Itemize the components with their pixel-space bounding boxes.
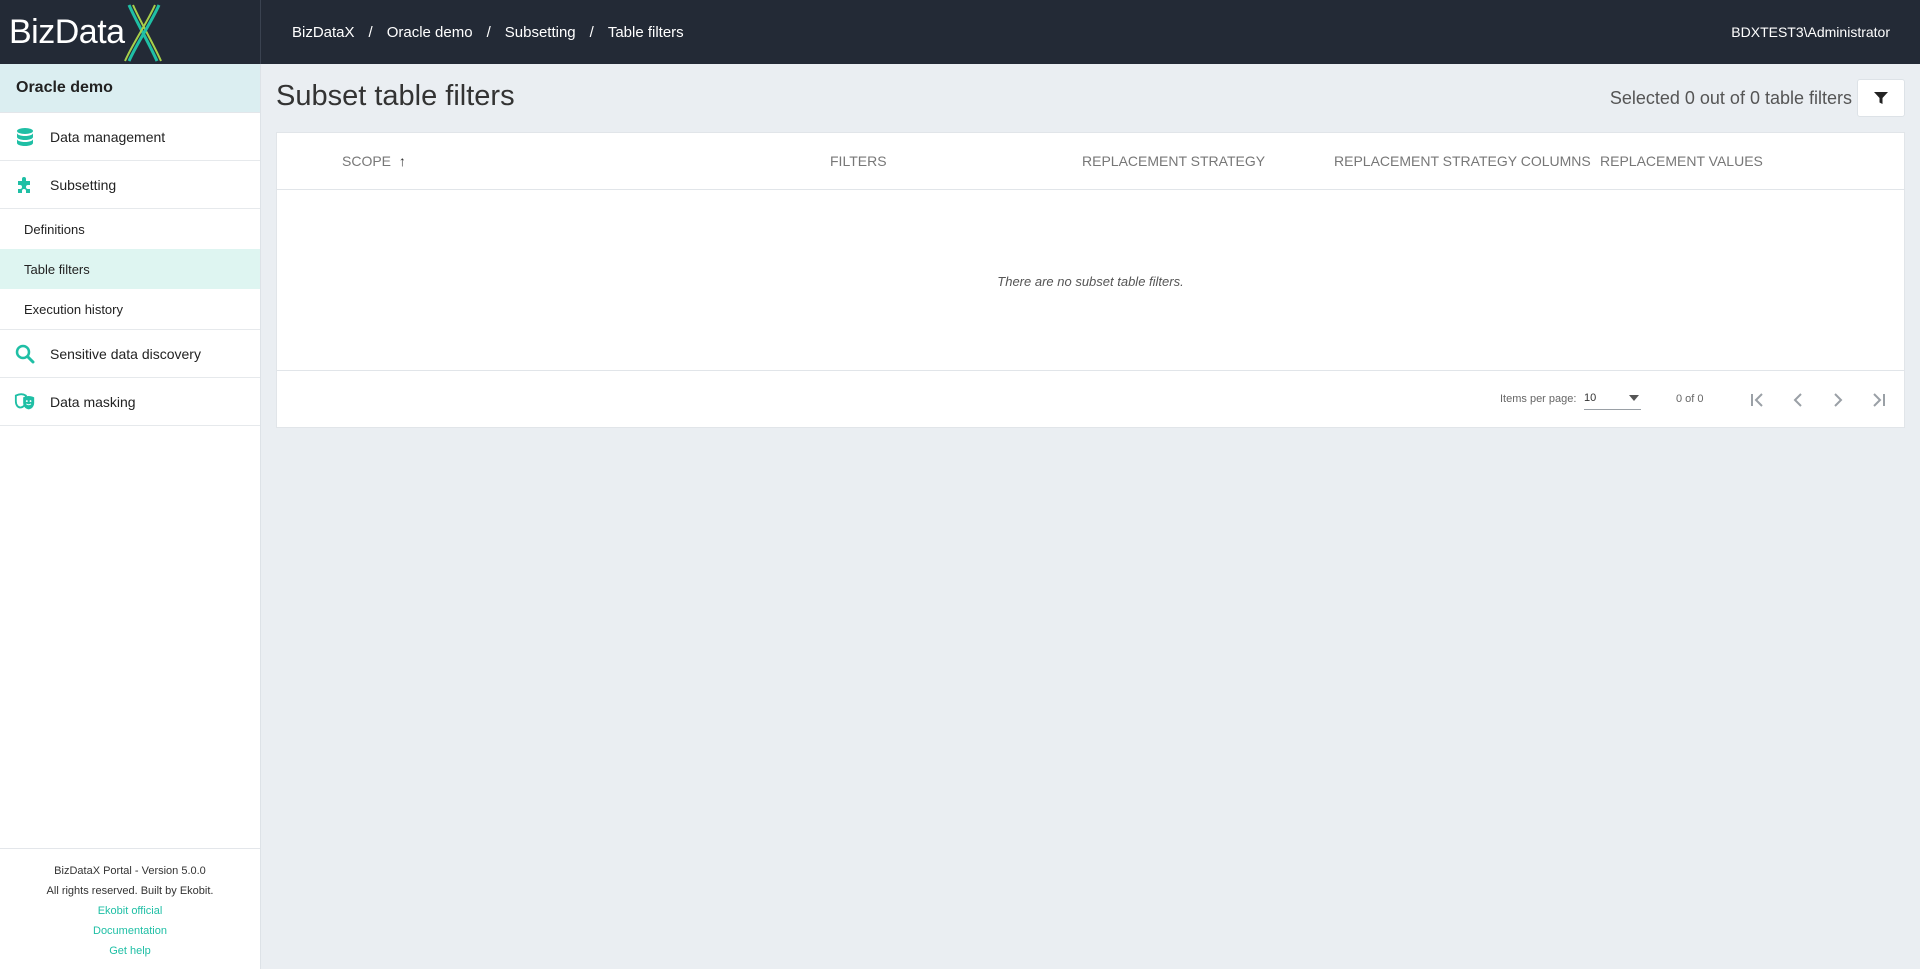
sidebar-subitem-definitions[interactable]: Definitions xyxy=(0,209,260,249)
project-title: Oracle demo xyxy=(0,64,260,113)
masks-icon xyxy=(14,391,36,413)
sidebar-item-label: Data masking xyxy=(50,393,136,410)
chevron-down-icon xyxy=(1629,395,1639,401)
sidebar-subitem-execution-history[interactable]: Execution history xyxy=(0,289,260,329)
chevron-right-icon xyxy=(1834,393,1843,407)
breadcrumb-table-filters[interactable]: Table filters xyxy=(608,24,684,41)
breadcrumb-separator: / xyxy=(589,23,594,41)
column-header-replacement-strategy[interactable]: REPLACEMENT STRATEGY xyxy=(1082,153,1265,169)
sidebar-item-label: Sensitive data discovery xyxy=(50,345,201,362)
column-header-scope[interactable]: SCOPE ↑ xyxy=(342,153,406,169)
first-page-button[interactable] xyxy=(1745,387,1771,413)
logo[interactable]: BizData xyxy=(0,0,261,64)
breadcrumb-subsetting[interactable]: Subsetting xyxy=(505,24,576,41)
paginator: Items per page: 10 0 of 0 xyxy=(277,370,1904,427)
column-header-filters[interactable]: FILTERS xyxy=(830,153,887,169)
sidebar-item-label: Subsetting xyxy=(50,176,117,193)
main-content: Subset table filters Selected 0 out of 0… xyxy=(262,64,1920,969)
filter-icon xyxy=(1874,92,1888,104)
sidebar: Oracle demo Data management Subsetting D… xyxy=(0,64,261,969)
table-header: SCOPE ↑ FILTERS REPLACEMENT STRATEGY REP… xyxy=(277,133,1904,190)
items-per-page-select[interactable]: 10 xyxy=(1584,388,1641,410)
column-header-replacement-strategy-columns[interactable]: REPLACEMENT STRATEGY COLUMNS xyxy=(1334,153,1591,169)
previous-page-button[interactable] xyxy=(1785,387,1811,413)
sidebar-subitem-table-filters[interactable]: Table filters xyxy=(0,249,260,289)
column-header-replacement-values[interactable]: REPLACEMENT VALUES xyxy=(1600,153,1763,169)
sort-ascending-icon: ↑ xyxy=(398,153,406,169)
chevron-left-icon xyxy=(1793,393,1802,407)
first-page-icon xyxy=(1751,393,1763,407)
filter-button[interactable] xyxy=(1857,79,1905,117)
breadcrumb-oracle-demo[interactable]: Oracle demo xyxy=(387,24,473,41)
breadcrumb-bizdatax[interactable]: BizDataX xyxy=(292,24,355,41)
sidebar-footer: BizDataX Portal - Version 5.0.0 All righ… xyxy=(0,848,260,969)
ekobit-official-link[interactable]: Ekobit official xyxy=(0,901,260,921)
subsetting-submenu: Definitions Table filters Execution hist… xyxy=(0,209,260,330)
breadcrumb: BizDataX / Oracle demo / Subsetting / Ta… xyxy=(292,24,684,41)
empty-state-message: There are no subset table filters. xyxy=(997,273,1184,289)
logo-x-icon xyxy=(123,4,162,62)
puzzle-icon xyxy=(14,174,36,196)
top-bar: BizData BizDataX / Oracle demo / Subsett… xyxy=(0,0,1920,64)
database-icon xyxy=(14,126,36,148)
documentation-link[interactable]: Documentation xyxy=(0,921,260,941)
sidebar-item-sensitive-data-discovery[interactable]: Sensitive data discovery xyxy=(0,330,260,378)
rights-text: All rights reserved. Built by Ekobit. xyxy=(46,885,214,897)
items-per-page-value: 10 xyxy=(1584,392,1597,404)
breadcrumb-separator: / xyxy=(486,23,491,41)
next-page-button[interactable] xyxy=(1825,387,1851,413)
breadcrumb-separator: / xyxy=(368,23,373,41)
sidebar-item-data-management[interactable]: Data management xyxy=(0,113,260,161)
sidebar-item-subsetting[interactable]: Subsetting xyxy=(0,161,260,209)
last-page-button[interactable] xyxy=(1865,387,1891,413)
logo-text: BizData xyxy=(9,12,125,51)
version-text: BizDataX Portal - Version 5.0.0 xyxy=(54,865,206,877)
user-menu[interactable]: BDXTEST3\Administrator xyxy=(1731,24,1890,40)
sidebar-item-data-masking[interactable]: Data masking xyxy=(0,378,260,426)
get-help-link[interactable]: Get help xyxy=(0,941,260,961)
items-per-page-label: Items per page: xyxy=(1500,393,1577,405)
search-icon xyxy=(14,343,36,365)
sidebar-item-label: Data management xyxy=(50,128,166,145)
page-title: Subset table filters xyxy=(276,80,515,112)
page-range-label: 0 of 0 xyxy=(1676,393,1704,405)
table-filters-table: SCOPE ↑ FILTERS REPLACEMENT STRATEGY REP… xyxy=(276,132,1905,428)
selection-status: Selected 0 out of 0 table filters xyxy=(1609,88,1852,108)
last-page-icon xyxy=(1873,393,1885,407)
